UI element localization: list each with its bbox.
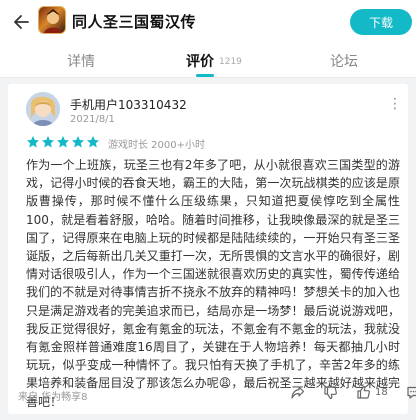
- like-icon: [357, 385, 370, 399]
- star-icon: [27, 136, 39, 148]
- star-icon: [42, 136, 54, 148]
- star-icon: [87, 136, 99, 148]
- like-button[interactable]: 18: [356, 385, 388, 400]
- review-device-source: 来自 华为畅享8: [18, 392, 88, 403]
- tab-reviews-count: 1219: [219, 57, 242, 67]
- review-date: 2021/8/1: [70, 114, 115, 125]
- review-text: 作为一个上班族，玩圣三也有2年多了吧，从小就很喜欢三国类型的游戏，记得小时候的吞…: [26, 158, 400, 409]
- more-dots-icon[interactable]: ⋮: [388, 96, 403, 112]
- tab-reviews[interactable]: 评价 1219: [186, 51, 242, 71]
- tab-bar: 详情 评价 1219 论坛: [0, 44, 416, 78]
- download-button[interactable]: 下载: [350, 9, 412, 35]
- tab-forum[interactable]: 论坛: [330, 51, 358, 71]
- back-button[interactable]: [8, 9, 34, 35]
- rating-stars: [26, 135, 100, 149]
- review-username[interactable]: 手机用户103310432: [70, 96, 187, 113]
- dislike-icon: [324, 386, 337, 400]
- app-header: 同人圣三国蜀汉传 下载: [0, 0, 416, 44]
- share-icon: [291, 386, 305, 399]
- tab-details[interactable]: 详情: [67, 51, 95, 71]
- active-tab-indicator: [196, 74, 214, 77]
- star-icon: [72, 136, 84, 148]
- comment-icon: [407, 386, 416, 399]
- tab-forum-label: 论坛: [330, 54, 358, 70]
- review-actions: 18: [272, 385, 416, 400]
- avatar[interactable]: [26, 92, 60, 126]
- comment-button[interactable]: [406, 385, 416, 400]
- play-time: 游戏时长 2000+小时: [108, 140, 206, 151]
- arrow-left-icon: [14, 15, 29, 29]
- star-icon: [57, 136, 69, 148]
- tab-reviews-label: 评价: [186, 54, 214, 70]
- app-title: 同人圣三国蜀汉传: [72, 13, 197, 31]
- tab-details-label: 详情: [67, 54, 95, 70]
- share-button[interactable]: [290, 385, 305, 400]
- review-card: 手机用户103310432 2021/8/1 ⋮ 游戏时长 2000+小时 作为…: [8, 84, 416, 414]
- app-icon[interactable]: [38, 6, 66, 34]
- like-count: 18: [375, 387, 388, 398]
- dislike-button[interactable]: [323, 385, 338, 400]
